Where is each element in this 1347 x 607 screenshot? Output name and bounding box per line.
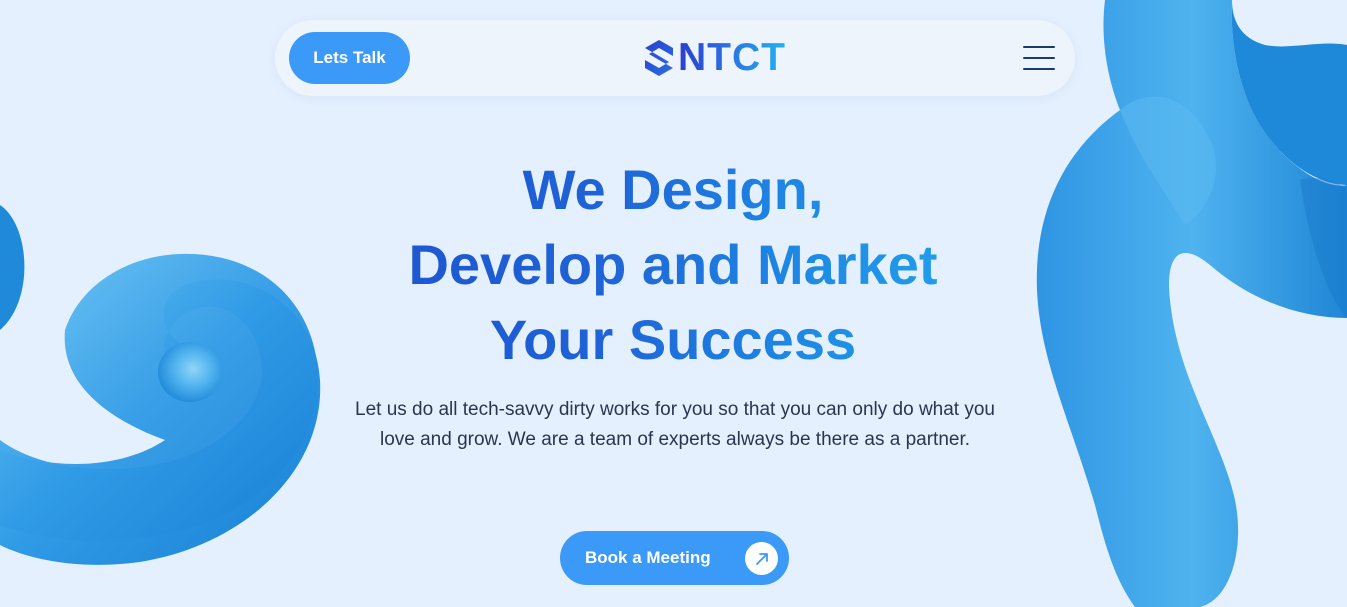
brand-logo[interactable]: NTCT (643, 37, 786, 79)
book-meeting-label: Book a Meeting (585, 548, 711, 567)
hero-title-line: Your Success (489, 308, 857, 371)
hero-title-line: Develop and Market (408, 233, 938, 296)
arrow-up-right-icon (745, 542, 778, 575)
book-meeting-button[interactable]: Book a Meeting (560, 531, 789, 585)
left-ribbon-top (0, 205, 25, 330)
hamburger-menu-icon[interactable] (1023, 46, 1055, 70)
hero-title-line: We Design, (522, 158, 824, 221)
left-swirl (0, 279, 321, 565)
lets-talk-button[interactable]: Lets Talk (289, 32, 410, 84)
page: Lets Talk NTCT We Design, Develop and Ma… (0, 0, 1347, 607)
hero-description: Let us do all tech-savvy dirty works for… (355, 399, 995, 450)
top-navbar: Lets Talk NTCT (275, 20, 1075, 96)
right-ribbon (1036, 0, 1347, 607)
logo-mark-icon (645, 40, 673, 76)
logo-text: NTCT (678, 36, 786, 79)
hero-title: We Design, Develop and Market Your Succe… (323, 152, 1023, 377)
left-swirl-center (158, 342, 222, 402)
